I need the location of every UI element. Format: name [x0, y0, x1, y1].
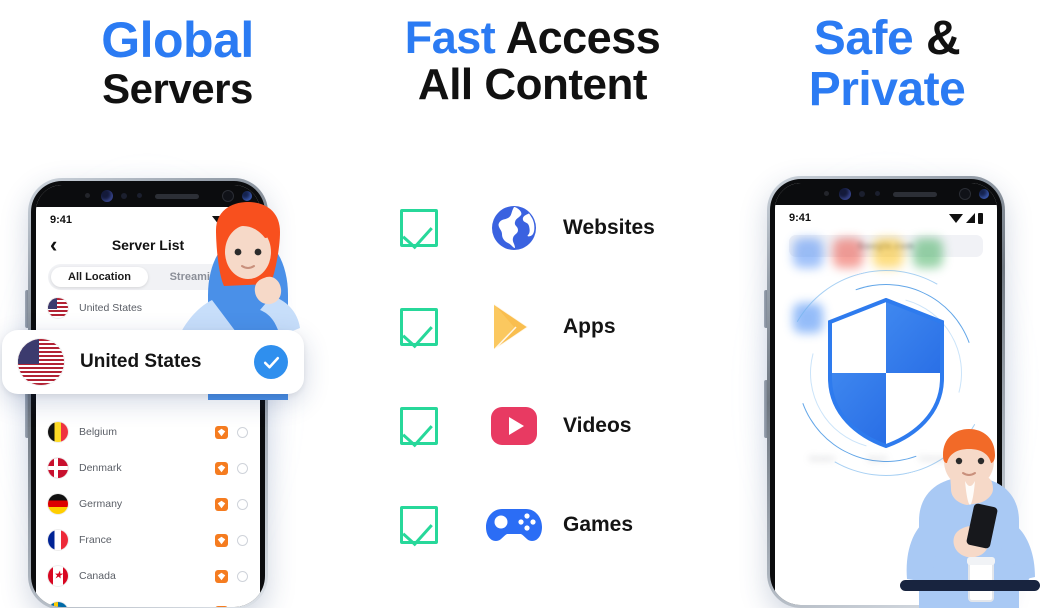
video-play-icon [485, 402, 543, 450]
feature-list: Websites Apps Videos Games [355, 178, 710, 574]
blurred-app-icon [833, 238, 863, 268]
list-item[interactable]: Germany [48, 486, 248, 522]
server-name: Canada [79, 570, 116, 582]
blurred-app-icon [913, 238, 943, 268]
premium-badge-icon [215, 497, 228, 511]
feature-label: Apps [563, 314, 616, 338]
home-indicator-bar [900, 580, 1040, 591]
sensor-dot-icon [859, 191, 866, 197]
de-flag [48, 494, 68, 514]
app-shortcut[interactable]: Sports [867, 448, 887, 466]
check-circle-icon [254, 345, 288, 379]
us-flag [18, 339, 64, 385]
list-item[interactable]: Denmark [48, 450, 248, 486]
feature-label: Websites [563, 215, 655, 239]
blurred-app-icon [793, 238, 823, 268]
checkbox-checked-icon [400, 406, 438, 445]
list-item[interactable]: France [48, 522, 248, 558]
premium-badge-icon [215, 425, 228, 439]
feature-item-videos: Videos [355, 376, 710, 475]
gamepad-icon [485, 505, 543, 545]
app-label: Weather [808, 456, 836, 463]
front-camera-icon [100, 190, 113, 202]
dk-flag [48, 458, 68, 478]
column-safe-private: Safe & Private 9:41 Weather Sports Enter… [710, 0, 1064, 608]
earpiece-speaker [892, 192, 937, 197]
be-flag [48, 422, 68, 442]
us-flag [48, 298, 68, 318]
blurred-app-icon [873, 238, 903, 268]
battery-icon [978, 212, 983, 224]
column-fast-access: Fast Access All Content Websites Apps Vi… [355, 0, 710, 608]
server-name: Sweden [79, 606, 215, 607]
feature-item-apps: Apps [355, 277, 710, 376]
heading-line2: Servers [102, 65, 253, 112]
column-global-servers: Global Servers 9:41 ‹ Server List All Lo… [0, 0, 355, 608]
se-flag [48, 602, 68, 607]
feature-item-websites: Websites [355, 178, 710, 277]
wifi-icon [949, 213, 963, 223]
heading-global-servers: Global Servers [0, 0, 355, 112]
server-name: Belgium [79, 426, 117, 438]
sensor-dot-icon [136, 193, 142, 198]
server-name: Germany [79, 498, 123, 510]
sensor-dot-icon [121, 193, 128, 199]
phone-bezel-top [775, 183, 997, 205]
radio-button[interactable] [237, 534, 248, 546]
play-store-icon [485, 301, 543, 353]
status-time: 9:41 [50, 214, 73, 226]
feature-label: Videos [563, 413, 632, 437]
earpiece-speaker [154, 194, 199, 199]
fr-flag [48, 530, 68, 550]
checkbox-checked-icon [400, 307, 438, 346]
feature-item-games: Games [355, 475, 710, 574]
heading-line2: All Content [417, 59, 648, 109]
heading-fast-access: Fast Access All Content [355, 0, 710, 108]
iris-scanner-icon [959, 188, 972, 200]
premium-badge-icon [215, 533, 228, 547]
front-camera-icon [839, 188, 852, 200]
premium-badge-icon [215, 605, 228, 607]
list-item[interactable]: Belgium [48, 414, 248, 450]
selected-server-name: United States [80, 351, 202, 372]
status-time: 9:41 [789, 212, 812, 224]
checkbox-checked-icon [400, 505, 438, 544]
radio-button[interactable] [237, 498, 248, 510]
premium-badge-icon [215, 569, 228, 583]
list-item[interactable]: ★ Canada [48, 558, 248, 594]
premium-badge-icon [215, 461, 228, 475]
app-label: Sports [867, 456, 888, 463]
status-bar-right: 9:41 [775, 205, 997, 226]
radio-button[interactable] [237, 426, 248, 438]
sensor-dot-icon [823, 191, 829, 196]
sensor-dot-icon [85, 193, 91, 198]
heading-safe-private: Safe & Private [710, 0, 1064, 116]
radio-button[interactable] [237, 570, 248, 582]
checkbox-checked-icon [400, 208, 438, 247]
heading-line1-rest: & [913, 12, 961, 65]
app-shortcut[interactable]: Weather [809, 448, 835, 466]
heading-line1-accent: Fast [404, 12, 496, 63]
tab-all-location[interactable]: All Location [51, 267, 148, 287]
sensor-dot-icon [874, 191, 880, 196]
heading-line1-rest: Access [495, 12, 661, 63]
server-name: Denmark [79, 462, 122, 474]
list-item[interactable]: Sweden [48, 594, 248, 607]
globe-icon [485, 204, 543, 252]
chevron-left-icon[interactable]: ‹ [50, 234, 57, 256]
promo-screenshot: Global Servers 9:41 ‹ Server List All Lo… [0, 0, 1064, 608]
heading-line1-accent: Safe [813, 12, 914, 65]
front-camera-icon [979, 189, 990, 199]
radio-button[interactable] [237, 462, 248, 474]
selected-server-card[interactable]: United States [2, 330, 304, 394]
status-icons [949, 212, 983, 224]
heading-line1-accent: Global [101, 12, 254, 68]
ca-flag: ★ [48, 566, 68, 586]
radio-button[interactable] [237, 606, 248, 607]
server-name: France [79, 534, 112, 546]
heading-line2-accent: Private [808, 62, 966, 116]
feature-label: Games [563, 512, 634, 536]
signal-icon [966, 213, 975, 223]
